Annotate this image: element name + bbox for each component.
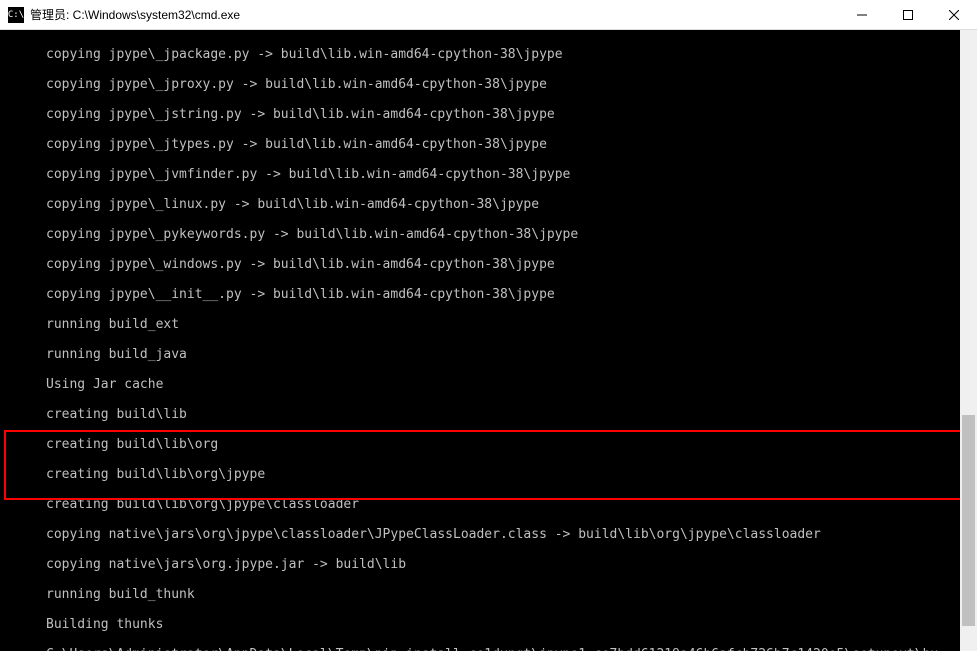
output-line: copying jpype\_linux.py -> build\lib.win… [0, 197, 977, 212]
window-titlebar: C:\ 管理员: C:\Windows\system32\cmd.exe [0, 0, 977, 30]
window-controls [839, 0, 977, 29]
output-line: running build_thunk [0, 587, 977, 602]
minimize-button[interactable] [839, 0, 885, 29]
output-line: copying jpype\_windows.py -> build\lib.w… [0, 257, 977, 272]
window-title: 管理员: C:\Windows\system32\cmd.exe [30, 6, 839, 23]
output-line: copying jpype\_jtypes.py -> build\lib.wi… [0, 137, 977, 152]
maximize-button[interactable] [885, 0, 931, 29]
output-line: running build_java [0, 347, 977, 362]
cmd-icon: C:\ [8, 7, 24, 23]
maximize-icon [903, 10, 913, 20]
output-line: copying native\jars\org.jpype.jar -> bui… [0, 557, 977, 572]
output-line: Building thunks [0, 617, 977, 632]
output-line: creating build\lib\org [0, 437, 977, 452]
terminal-output: copying jpype\_jpackage.py -> build\lib.… [0, 30, 977, 651]
output-line: creating build\lib\org\jpype\classloader [0, 497, 977, 512]
minimize-icon [857, 10, 867, 20]
close-icon [949, 10, 959, 20]
scroll-thumb[interactable] [962, 415, 975, 626]
output-line: Using Jar cache [0, 377, 977, 392]
output-line: copying jpype\_jproxy.py -> build\lib.wi… [0, 77, 977, 92]
output-line: creating build\lib [0, 407, 977, 422]
output-line: copying jpype\_jpackage.py -> build\lib.… [0, 47, 977, 62]
output-line: C:\Users\Administrator\AppData\Local\Tem… [0, 647, 977, 651]
output-line: creating build\lib\org\jpype [0, 467, 977, 482]
output-line: copying jpype\_pykeywords.py -> build\li… [0, 227, 977, 242]
vertical-scrollbar[interactable] [960, 30, 977, 651]
output-line: running build_ext [0, 317, 977, 332]
output-line: copying jpype\_jstring.py -> build\lib.w… [0, 107, 977, 122]
close-button[interactable] [931, 0, 977, 29]
output-line: copying jpype\__init__.py -> build\lib.w… [0, 287, 977, 302]
output-line: copying native\jars\org\jpype\classloade… [0, 527, 977, 542]
output-line: copying jpype\_jvmfinder.py -> build\lib… [0, 167, 977, 182]
